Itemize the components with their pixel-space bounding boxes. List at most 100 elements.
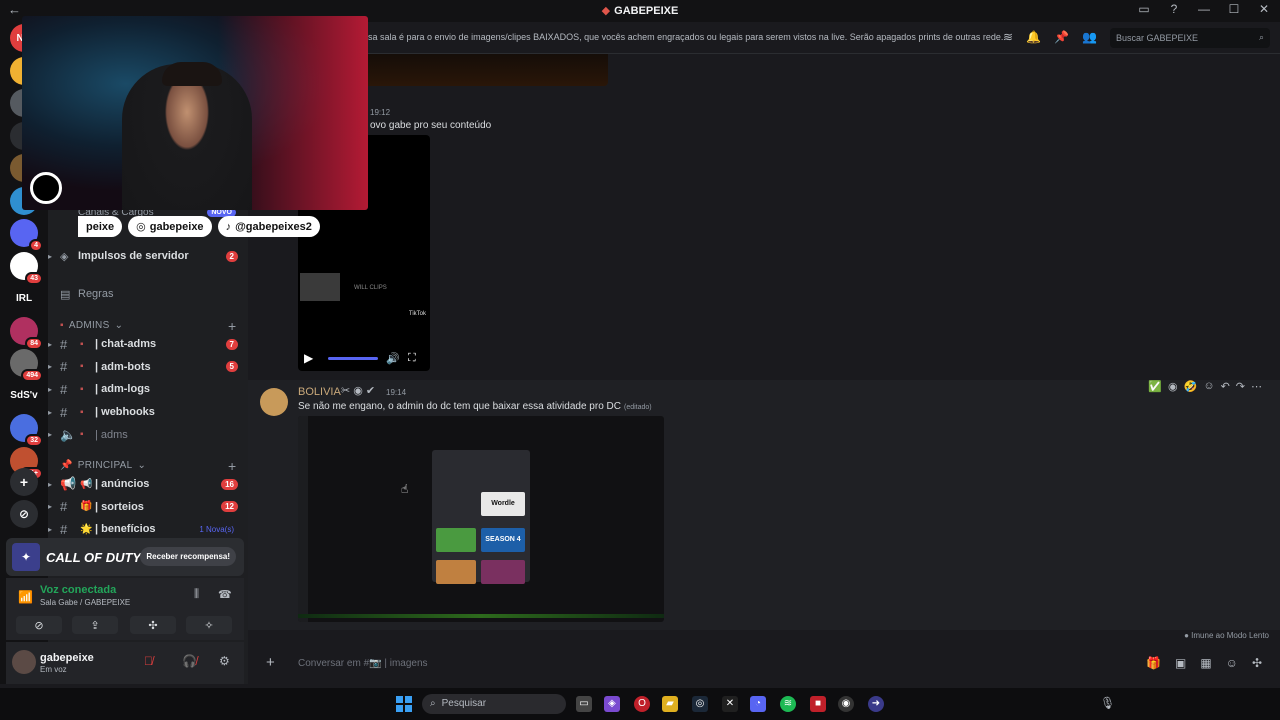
file-explorer-icon[interactable]: ▰ <box>662 696 678 712</box>
windows-start-icon[interactable] <box>396 696 412 712</box>
gear-icon[interactable]: ⚙ <box>219 654 230 668</box>
minimize-icon[interactable]: — <box>1196 2 1212 16</box>
add-attachment-icon[interactable]: + <box>266 654 275 671</box>
taskbar-search[interactable]: ⌕ Pesquisar <box>422 694 566 714</box>
server-icon[interactable]: IRL <box>10 284 38 312</box>
sidebar-item-channel[interactable]: ▸ # ▪ | chat-adms 7 <box>48 334 248 354</box>
server-icon[interactable]: 84 <box>10 316 43 350</box>
sidebar-item-label: | sorteios <box>95 500 144 513</box>
expand-arrow-icon: ▸ <box>48 362 53 372</box>
share-screen-button[interactable]: ⇪ <box>72 616 118 634</box>
volume-icon[interactable]: 🔊 <box>386 352 400 365</box>
spotify-icon[interactable]: ≋ <box>780 696 796 712</box>
app-icon[interactable]: ■ <box>810 696 826 712</box>
channel-topic[interactable]: sa sala é para o envio de imagens/clipes… <box>368 32 1008 42</box>
steam-icon[interactable]: ◎ <box>692 696 708 712</box>
server-icon[interactable]: SdS'v <box>10 381 38 410</box>
volume-slider[interactable] <box>328 357 378 360</box>
sidebar-item-channel[interactable]: ▸ 🔈 ▪ | adms <box>48 425 248 445</box>
social-handle: gabepeixe <box>149 220 204 233</box>
social-handle: peixe <box>86 220 115 233</box>
maximize-icon[interactable]: ☐ <box>1226 2 1242 16</box>
server-icon[interactable]: 494 <box>10 349 43 382</box>
reply-icon[interactable]: ↶ <box>1221 380 1230 393</box>
reaction-icon[interactable]: ◉ <box>1168 380 1178 393</box>
more-icon[interactable]: ⋯ <box>1251 380 1262 393</box>
help-icon[interactable]: ? <box>1166 2 1182 16</box>
screenshot-attachment[interactable]: Wordle SEASON 4 ☝ <box>298 416 664 622</box>
mic-muted-icon[interactable]: 🎙̸ <box>144 654 153 668</box>
sidebar-item-rules[interactable]: ▤ Regras <box>48 284 248 304</box>
server-icon[interactable]: 43 <box>10 251 43 285</box>
announcement-icon: 📢 <box>60 476 77 491</box>
camera-off-button[interactable]: ⊘ <box>16 616 62 634</box>
discord-icon[interactable]: ◔ <box>750 696 766 712</box>
forward-icon[interactable]: ↷ <box>1236 380 1245 393</box>
pin-icon[interactable]: 📌 <box>1054 30 1069 44</box>
back-arrow-icon[interactable]: ← <box>8 2 21 17</box>
sticker-icon[interactable]: ▦ <box>1200 656 1211 670</box>
message-composer[interactable]: + Conversar em #📷 | imagens 🎁 ▣ ▦ ☺ ✣ <box>256 648 1272 678</box>
video-thumbnail <box>300 273 340 301</box>
microphone-icon[interactable]: 🎙 <box>1100 696 1115 710</box>
checkmark-reaction-icon[interactable]: ✅ <box>1148 380 1162 393</box>
capcut-icon[interactable]: ✕ <box>722 696 738 712</box>
sidebar-item-channel[interactable]: ▸ # 🎁 | sorteios 12 <box>48 497 248 517</box>
timer-icon <box>30 172 62 204</box>
add-channel-icon[interactable]: + <box>228 318 236 334</box>
headset-muted-icon[interactable]: 🎧̸ <box>182 654 197 668</box>
member-list-icon[interactable]: 👥 <box>1082 30 1097 44</box>
social-handle-pill: ◎ gabepeixe <box>128 216 212 237</box>
channel-emoji: 🌟 <box>80 523 93 535</box>
fullscreen-icon[interactable]: ⛶ <box>408 352 416 365</box>
briefcase-icon: ▪ <box>80 383 84 395</box>
threads-icon[interactable]: ≋ <box>1003 30 1013 44</box>
sidebar-item-boosts[interactable]: ▸ ◈ Impulsos de servidor 2 <box>48 246 248 266</box>
voice-panel: 📶 Voz conectada Sala Gabe / GABEPEIXE ⫼ … <box>6 578 244 640</box>
play-icon[interactable]: ▶ <box>304 351 313 365</box>
sidebar-item-channel[interactable]: ▸ 📢 📢 | anúncios 16 <box>48 474 248 494</box>
task-view-icon[interactable]: ▭ <box>576 696 592 712</box>
category-admins[interactable]: ▪ ADMINS ⌄ + <box>60 318 236 334</box>
gift-icon[interactable]: 🎁 <box>1146 656 1161 670</box>
noise-suppression-icon[interactable]: ⫼ <box>194 588 199 601</box>
inbox-icon[interactable]: ▭ <box>1136 2 1152 16</box>
category-principal[interactable]: 📌 PRINCIPAL ⌄ + <box>60 458 236 474</box>
video-watermark: WILL CLIPS <box>354 285 387 291</box>
laugh-reaction-icon[interactable]: 🤣 <box>1184 380 1198 393</box>
close-icon[interactable]: ✕ <box>1256 2 1272 16</box>
copilot-icon[interactable]: ◈ <box>604 696 620 712</box>
app-icon[interactable]: ➜ <box>868 696 884 712</box>
emoji-icon[interactable]: ☺ <box>1226 656 1238 670</box>
rules-icon: ▤ <box>60 288 71 301</box>
screenshot-tile <box>481 560 525 584</box>
server-icon[interactable]: 4 <box>10 219 43 252</box>
category-label: ADMINS <box>68 320 110 331</box>
avatar[interactable] <box>12 650 36 674</box>
message-author[interactable]: BOLIVIA <box>298 386 341 398</box>
message-item[interactable]: BOLIVIA ✂ ◉ ✔ 19:14 Se não me engano, o … <box>248 380 1280 630</box>
bell-icon[interactable]: 🔔 <box>1026 30 1041 44</box>
claim-reward-button[interactable]: Receber recompensa! <box>140 547 236 566</box>
add-reaction-icon[interactable]: ☺ <box>1203 380 1214 393</box>
discover-icon[interactable]: ⊘ <box>10 500 38 528</box>
server-icon[interactable]: 32 <box>10 414 43 447</box>
disconnect-icon[interactable]: ☎ <box>218 588 232 601</box>
add-server-icon[interactable]: + <box>10 468 38 496</box>
gif-icon[interactable]: ▣ <box>1175 656 1186 670</box>
avatar[interactable] <box>260 388 288 416</box>
sidebar-item-channel[interactable]: ▸ # ▪ | adm-logs <box>48 379 248 399</box>
activities-button[interactable]: ✣ <box>130 616 176 634</box>
user-status: Em voz <box>40 665 67 674</box>
apps-icon[interactable]: ✣ <box>1252 656 1262 670</box>
unread-count-badge: 2 <box>225 250 238 262</box>
soundboard-button[interactable]: ✧ <box>186 616 232 634</box>
search-input[interactable]: Buscar GABEPEIXE ⌕ <box>1110 28 1270 48</box>
add-channel-icon[interactable]: + <box>228 458 236 474</box>
sidebar-item-channel[interactable]: ▸ # 🌟 | benefícios 1 Nova(s) <box>48 519 248 539</box>
voice-room[interactable]: Sala Gabe / GABEPEIXE <box>40 598 130 607</box>
sidebar-item-channel[interactable]: ▸ # ▪ | adm-bots 5 <box>48 357 248 377</box>
obs-icon[interactable]: ◉ <box>838 696 854 712</box>
sidebar-item-channel[interactable]: ▸ # ▪ | webhooks <box>48 402 248 422</box>
opera-icon[interactable]: O <box>634 696 650 712</box>
